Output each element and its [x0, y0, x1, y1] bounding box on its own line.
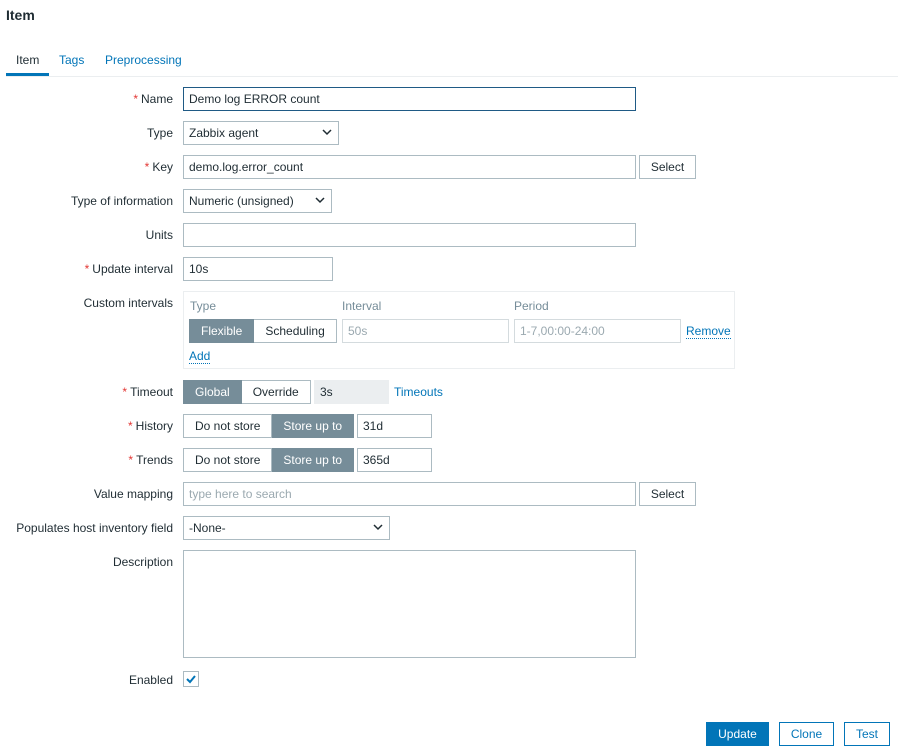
history-do-not-store-option[interactable]: Do not store [183, 414, 273, 438]
test-button[interactable]: Test [844, 722, 890, 746]
key-select-button[interactable]: Select [639, 155, 696, 179]
inventory-field-select[interactable]: -None- [183, 516, 390, 540]
flexible-option[interactable]: Flexible [189, 319, 255, 343]
required-marker: * [128, 453, 134, 467]
timeout-input [314, 380, 389, 404]
trends-input[interactable] [357, 448, 432, 472]
key-label: * Key [144, 160, 173, 174]
timeouts-link[interactable]: Timeouts [394, 385, 443, 399]
active-tab-indicator [6, 73, 49, 76]
trends-do-not-store-option[interactable]: Do not store [183, 448, 273, 472]
required-marker: * [122, 385, 128, 399]
history-toggle: Do not store Store up to [183, 414, 355, 438]
units-label: Units [145, 228, 173, 242]
trends-label: * Trends [128, 453, 173, 467]
history-label: * History [127, 419, 173, 433]
custom-interval-input[interactable] [342, 319, 509, 343]
col-type-header: Type [190, 299, 217, 313]
description-textarea[interactable] [183, 550, 636, 658]
custom-period-input[interactable] [514, 319, 681, 343]
chevron-down-icon [322, 129, 332, 136]
timeout-label: * Timeout [122, 385, 173, 399]
clone-button[interactable]: Clone [779, 722, 834, 746]
remove-interval-link[interactable]: Remove [686, 324, 731, 339]
tab-bar: Item Tags Preprocessing [6, 44, 898, 77]
checkmark-icon [186, 675, 196, 684]
update-interval-label: * Update interval [84, 262, 173, 276]
required-marker: * [133, 92, 138, 106]
inventory-field-value: -None- [189, 521, 226, 535]
enabled-checkbox[interactable] [183, 671, 199, 687]
history-input[interactable] [357, 414, 432, 438]
units-input[interactable] [183, 223, 636, 247]
chevron-down-icon [315, 197, 325, 204]
tab-item[interactable]: Item [16, 53, 39, 67]
type-label: Type [146, 126, 173, 140]
trends-store-up-to-option[interactable]: Store up to [272, 448, 355, 472]
required-marker: * [144, 160, 150, 174]
custom-intervals-table: Type Interval Period Flexible Scheduling… [183, 291, 735, 369]
description-label: Description [112, 555, 173, 569]
update-interval-input[interactable] [183, 257, 333, 281]
col-period-header: Period [514, 299, 549, 313]
name-label: * Name [133, 92, 173, 106]
key-input[interactable] [183, 155, 636, 179]
history-store-up-to-option[interactable]: Store up to [272, 414, 355, 438]
required-marker: * [84, 262, 90, 276]
type-select[interactable]: Zabbix agent [183, 121, 339, 145]
tab-preprocessing[interactable]: Preprocessing [105, 53, 182, 67]
inventory-field-label: Populates host inventory field [16, 521, 173, 535]
page-title: Item [6, 7, 35, 23]
required-marker: * [127, 419, 133, 433]
type-of-information-label: Type of information [70, 194, 173, 208]
value-mapping-label: Value mapping [93, 487, 173, 501]
value-mapping-search-input[interactable] [183, 482, 636, 506]
timeout-global-option[interactable]: Global [183, 380, 242, 404]
type-of-information-select[interactable]: Numeric (unsigned) [183, 189, 332, 213]
timeout-toggle: Global Override [183, 380, 311, 404]
type-of-information-value: Numeric (unsigned) [189, 194, 294, 208]
add-interval-link[interactable]: Add [189, 349, 211, 364]
name-input[interactable] [183, 87, 636, 111]
tab-tags[interactable]: Tags [59, 53, 84, 67]
enabled-label: Enabled [128, 673, 173, 687]
type-select-value: Zabbix agent [189, 126, 259, 140]
interval-type-toggle: Flexible Scheduling [189, 319, 337, 343]
scheduling-option[interactable]: Scheduling [254, 319, 337, 343]
timeout-override-option[interactable]: Override [241, 380, 311, 404]
value-mapping-select-button[interactable]: Select [639, 482, 696, 506]
col-interval-header: Interval [342, 299, 382, 313]
custom-intervals-label: Custom intervals [83, 296, 173, 310]
trends-toggle: Do not store Store up to [183, 448, 355, 472]
chevron-down-icon [373, 524, 383, 531]
update-button[interactable]: Update [706, 722, 769, 746]
